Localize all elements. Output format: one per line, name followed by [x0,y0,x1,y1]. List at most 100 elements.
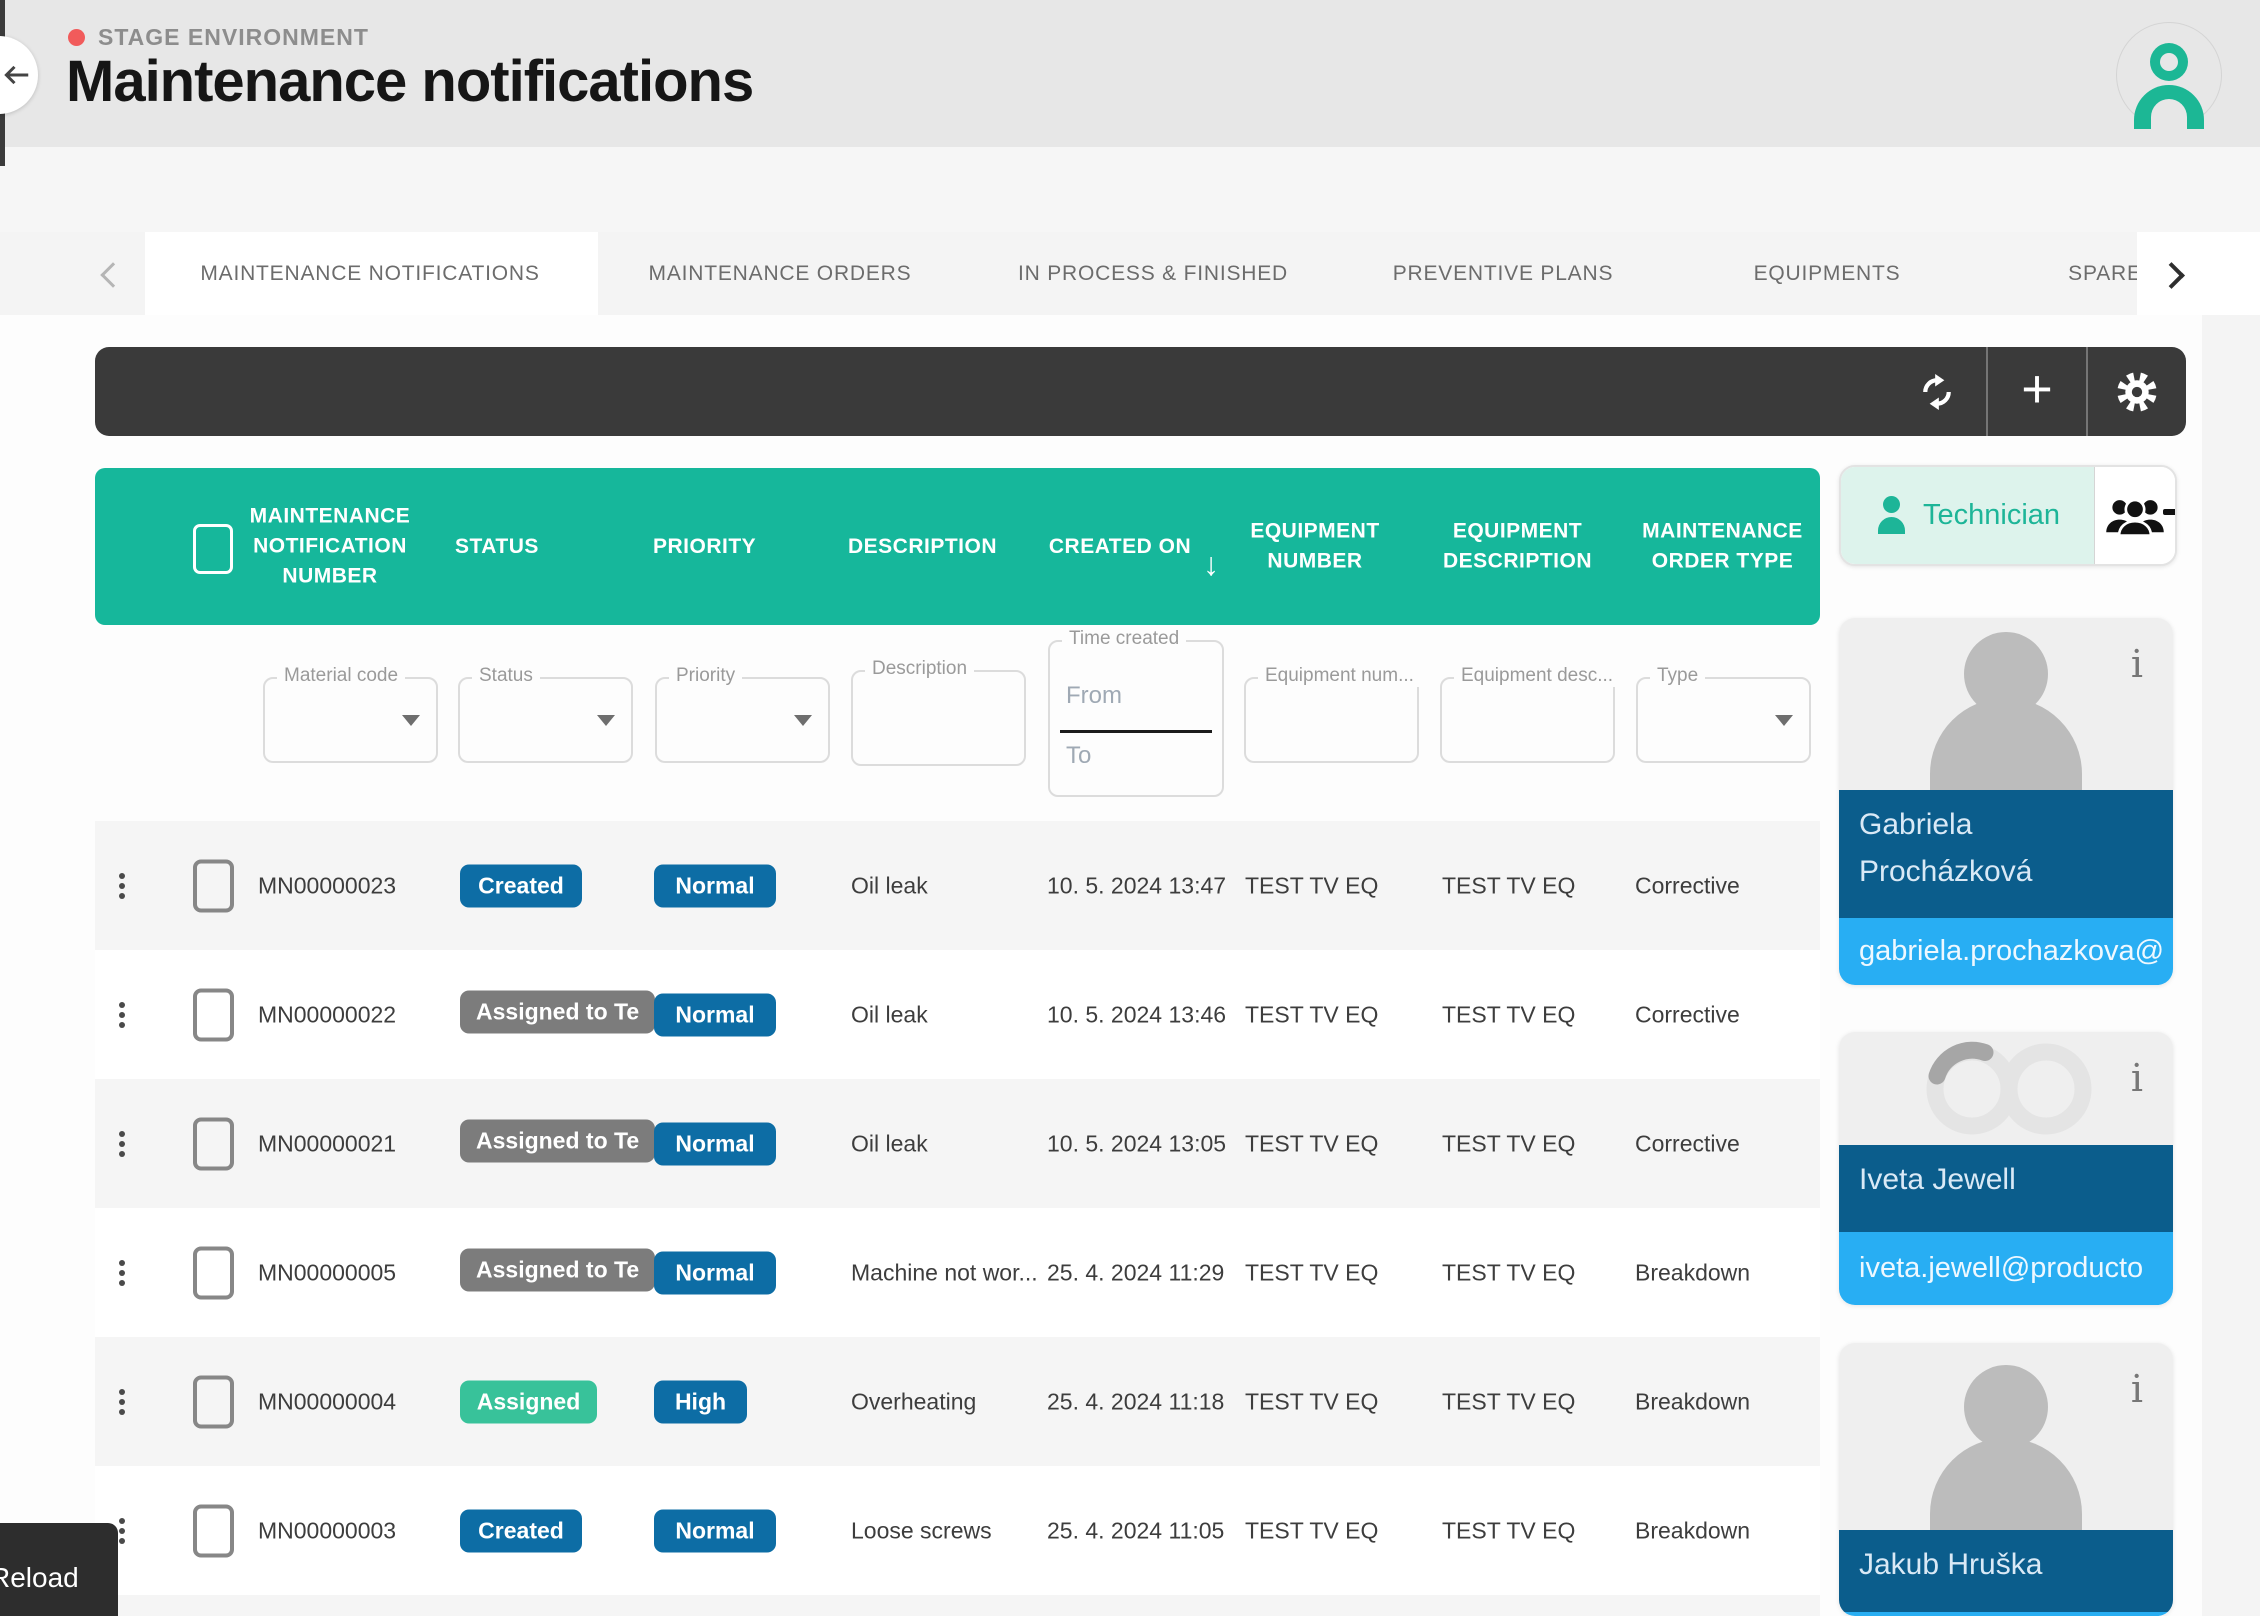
filter-status[interactable]: Status [458,677,633,763]
filter-equipment-number[interactable]: Equipment num... [1244,677,1419,763]
person-icon-body [1930,1438,2082,1530]
equipment-description-cell: TEST TV EQ [1442,1259,1575,1286]
filter-label: Description [865,658,974,680]
equipment-description-cell: TEST TV EQ [1442,1388,1575,1415]
row-checkbox[interactable] [193,1375,234,1428]
filter-label: Equipment num... [1258,665,1421,687]
spinner-icon [1886,1034,2126,1144]
technician-email[interactable]: gabriela.prochazkova@ [1839,918,2173,985]
equipment-number-cell: TEST TV EQ [1245,1388,1378,1415]
priority-badge: High [654,1380,747,1423]
row-checkbox[interactable] [193,988,234,1041]
chevron-down-icon [597,715,615,726]
table-toolbar: + [95,347,2186,436]
filter-type[interactable]: Type [1636,677,1811,763]
filter-label: Time created [1062,628,1186,650]
refresh-button[interactable] [1888,347,1986,436]
status-badge: Assigned to Te [460,990,655,1033]
from-input[interactable]: From [1066,682,1122,710]
row-menu-icon[interactable] [119,1127,127,1161]
description-cell: Overheating [851,1388,976,1415]
row-checkbox[interactable] [193,1117,234,1170]
tab-in-process-finished[interactable]: IN PROCESS & FINISHED [1018,232,1288,315]
equipment-number-cell: TEST TV EQ [1245,1130,1378,1157]
created-on-cell: 25. 4. 2024 11:05 [1047,1517,1224,1544]
row-checkbox[interactable] [193,859,234,912]
table-header: MAINTENANCE NOTIFICATION NUMBER STATUS P… [95,468,1820,625]
order-type-cell: Breakdown [1635,1388,1750,1415]
technician-card[interactable]: i Gabriela Procházková gabriela.prochazk… [1839,618,2173,985]
filter-label: Equipment desc... [1454,665,1620,687]
table-row[interactable]: MN00000003 Created Normal Loose screws 2… [95,1466,1820,1595]
technician-email[interactable]: iveta.jewell@producto [1839,1232,2173,1305]
row-menu-icon[interactable] [119,869,127,903]
order-type-cell: Corrective [1635,1130,1740,1157]
select-all-checkbox[interactable] [193,524,233,574]
toggle-team[interactable] [2094,467,2175,564]
tab-maintenance-notifications[interactable]: MAINTENANCE NOTIFICATIONS [200,232,539,315]
table-body: MN00000023 Created Normal Oil leak 10. 5… [95,821,1820,1616]
technician-card[interactable]: i Jakub Hruška [1839,1343,2173,1616]
filter-label: Status [472,665,540,687]
column-maintenance-notification-number[interactable]: MAINTENANCE NOTIFICATION NUMBER [230,501,430,592]
tab-spare-parts[interactable]: SPARE [2068,232,2142,315]
scrollbar-track [2202,315,2260,1616]
technician-card[interactable]: i Iveta Jewell iveta.jewell@producto [1839,1032,2173,1305]
settings-button[interactable] [2088,347,2186,436]
row-checkbox[interactable] [193,1504,234,1557]
description-cell: Oil leak [851,1001,928,1028]
notification-number: MN00000003 [258,1517,396,1544]
status-badge: Created [460,1509,582,1552]
row-menu-icon[interactable] [119,1256,127,1290]
column-status[interactable]: STATUS [455,531,575,561]
tab-preventive-plans[interactable]: PREVENTIVE PLANS [1393,232,1614,315]
row-checkbox[interactable] [193,1246,234,1299]
equipment-number-cell: TEST TV EQ [1245,1001,1378,1028]
chevron-left-icon[interactable] [100,262,125,287]
name-line: Jakub Hruška [1859,1542,2173,1589]
chevron-down-icon [1775,715,1793,726]
row-menu-icon[interactable] [119,998,127,1032]
status-badge: Created [460,864,582,907]
page-title: Maintenance notifications [66,48,753,115]
info-icon[interactable]: i [2131,1056,2143,1100]
tab-bar: MAINTENANCE NOTIFICATIONS MAINTENANCE OR… [0,232,2260,315]
avatar: i [1839,618,2173,790]
filter-time-created[interactable]: Time created From To [1048,640,1224,797]
filter-description[interactable]: Description [851,670,1026,766]
table-row[interactable]: MN00000023 Created Normal Oil leak 10. 5… [95,821,1820,950]
tab-maintenance-orders[interactable]: MAINTENANCE ORDERS [649,232,912,315]
environment-label: STAGE ENVIRONMENT [98,24,369,51]
filter-priority[interactable]: Priority [655,677,830,763]
column-maintenance-order-type[interactable]: MAINTENANCE ORDER TYPE [1630,516,1815,577]
user-avatar[interactable] [2116,22,2222,128]
filter-equipment-description[interactable]: Equipment desc... [1440,677,1615,763]
table-row[interactable]: MN00000005 Assigned to Te Normal Machine… [95,1208,1820,1337]
created-on-cell: 25. 4. 2024 11:18 [1047,1388,1224,1415]
column-equipment-description[interactable]: EQUIPMENT DESCRIPTION [1425,516,1610,577]
reload-tooltip[interactable]: Reload [0,1523,118,1616]
row-menu-icon[interactable] [119,1514,127,1548]
tab-equipments[interactable]: EQUIPMENTS [1754,232,1901,315]
table-row[interactable]: MN00000021 Assigned to Te Normal Oil lea… [95,1079,1820,1208]
column-created-on[interactable]: CREATED ON [1040,531,1200,561]
row-menu-icon[interactable] [119,1385,127,1419]
table-row[interactable]: MN00000004 Assigned High Overheating 25.… [95,1337,1820,1466]
status-badge: Assigned to Te [460,1119,655,1162]
priority-badge: Normal [654,1509,776,1552]
group-icon [2102,493,2168,539]
filter-material-code[interactable]: Material code [263,677,438,763]
column-priority[interactable]: PRIORITY [653,531,773,561]
technician-name: Jakub Hruška [1839,1530,2173,1612]
technician-name: Iveta Jewell [1839,1145,2173,1232]
table-row[interactable]: MN00000022 Assigned to Te Normal Oil lea… [95,950,1820,1079]
toggle-technician[interactable]: Technician [1841,467,2094,564]
info-icon[interactable]: i [2131,1367,2143,1411]
equipment-description-cell: TEST TV EQ [1442,1001,1575,1028]
add-button[interactable]: + [1988,347,2086,436]
sort-descending-icon[interactable]: ↓ [1203,546,1219,583]
to-input[interactable]: To [1066,742,1091,770]
info-icon[interactable]: i [2131,642,2143,686]
column-equipment-number[interactable]: EQUIPMENT NUMBER [1235,516,1395,577]
column-description[interactable]: DESCRIPTION [848,531,1008,561]
